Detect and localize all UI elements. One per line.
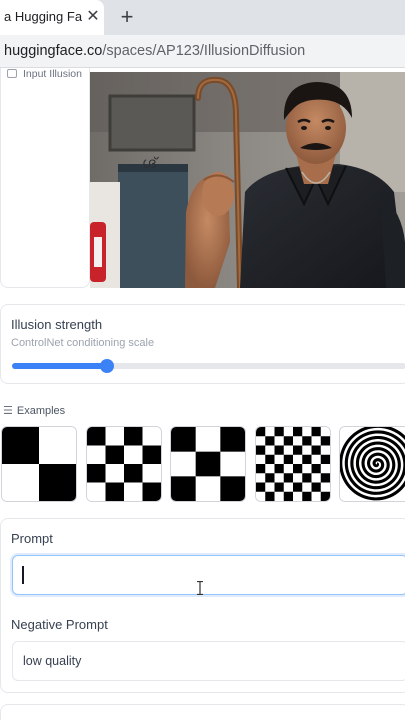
examples-gallery: [0, 426, 405, 502]
examples-label: Examples: [16, 405, 66, 417]
input-illusion-label: Input Illusion: [7, 68, 82, 80]
prompt-card: Prompt Negative Prompt: [0, 518, 405, 693]
example-checker-3x3[interactable]: [170, 426, 246, 502]
tab-title: a Hugging Face: [4, 9, 82, 24]
list-icon: ☰: [3, 405, 13, 417]
example-checker-4x4[interactable]: [85, 426, 162, 502]
checker-8x8-pattern-icon: [255, 427, 330, 501]
next-section-card: [0, 704, 405, 720]
negative-prompt-input[interactable]: [12, 641, 405, 681]
page-content: Input Illusion ഗ്ദ് Illusion strength Co…: [0, 68, 405, 720]
illusion-strength-info: ControlNet conditioning scale: [11, 337, 155, 349]
checker-2x2-pattern-icon: [2, 427, 76, 501]
input-illusion-block[interactable]: Input Illusion: [0, 68, 90, 288]
checker-3x3-pattern-icon: [171, 427, 245, 501]
close-icon[interactable]: ✕: [85, 8, 101, 26]
input-illusion-label-text: Input Illusion: [23, 68, 82, 80]
output-image: ഗ്ദ്: [90, 72, 405, 288]
example-checker-8x8[interactable]: [254, 426, 331, 502]
prompt-label: Prompt: [11, 531, 53, 546]
image-icon: [7, 69, 17, 78]
text-caret: [22, 566, 24, 584]
browser-tab-bar: a Hugging Face ✕ +: [0, 0, 405, 35]
slider-thumb[interactable]: [99, 359, 114, 373]
examples-header: ☰ Examples: [3, 404, 65, 417]
url-path: /spaces/AP123/IllusionDiffusion: [102, 43, 306, 59]
illusion-strength-slider[interactable]: [12, 359, 405, 373]
slider-fill: [12, 363, 107, 369]
spiral-pattern-icon: [340, 427, 405, 501]
negative-prompt-label: Negative Prompt: [11, 617, 108, 632]
checker-4x4-pattern-icon: [86, 427, 161, 501]
illusion-strength-card: Illusion strength ControlNet conditionin…: [0, 304, 405, 384]
url-host: huggingface.co: [4, 43, 103, 59]
illusion-strength-label: Illusion strength: [11, 317, 103, 332]
example-spiral[interactable]: [339, 426, 405, 502]
svg-text:ഗ്ദ്: ഗ്ദ്: [142, 154, 160, 172]
prompt-input[interactable]: [12, 555, 405, 595]
new-tab-icon[interactable]: +: [116, 5, 138, 29]
url-text[interactable]: huggingface.co/spaces/AP123/IllusionDiff…: [4, 43, 305, 59]
browser-tab[interactable]: a Hugging Face ✕: [0, 0, 104, 35]
address-bar[interactable]: huggingface.co/spaces/AP123/IllusionDiff…: [0, 35, 405, 68]
ibeam-cursor-icon: [197, 581, 203, 595]
example-checker-2x2[interactable]: [1, 426, 77, 502]
